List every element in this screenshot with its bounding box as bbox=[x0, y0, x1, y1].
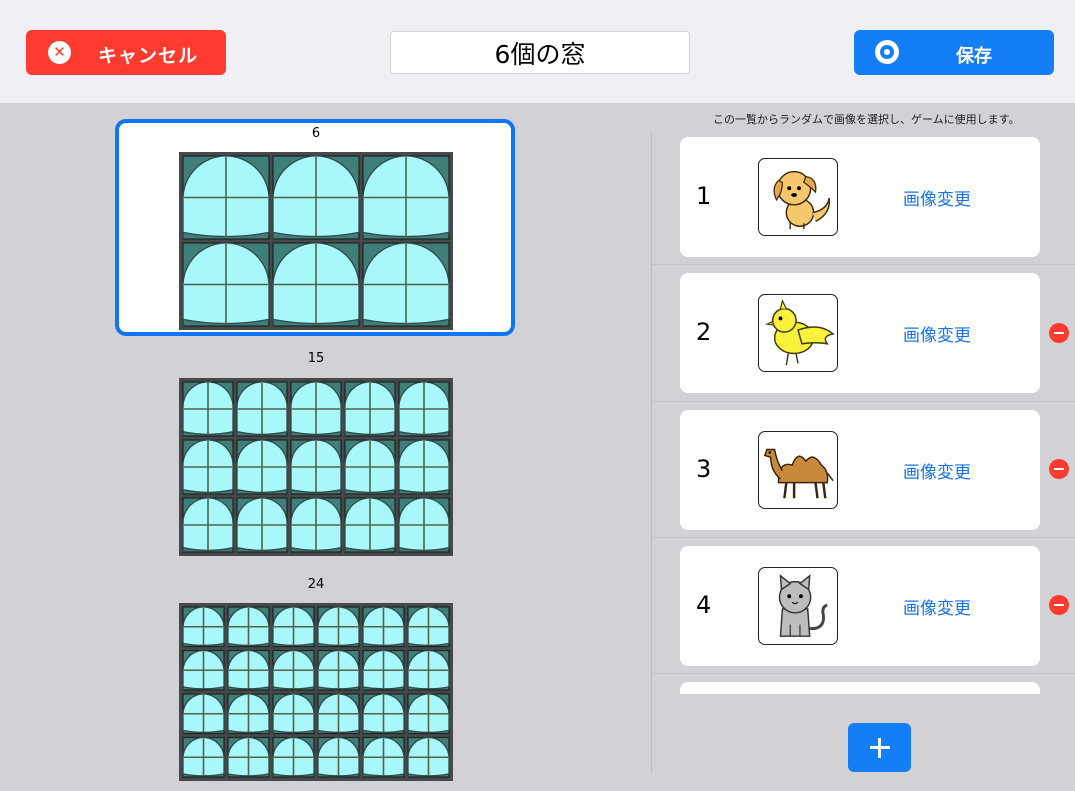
save-button[interactable]: 保存 bbox=[854, 30, 1054, 75]
window-tile bbox=[398, 381, 450, 437]
window-tile bbox=[182, 155, 270, 240]
row-separator bbox=[652, 673, 1075, 674]
window-tile bbox=[227, 693, 270, 735]
row-separator bbox=[652, 264, 1075, 265]
minus-circle-icon[interactable] bbox=[1049, 595, 1069, 615]
record-circle-icon bbox=[875, 40, 899, 64]
save-button-label: 保存 bbox=[956, 46, 992, 67]
list-item bbox=[680, 682, 1040, 694]
window-tile bbox=[290, 497, 342, 553]
change-image-link[interactable]: 画像変更 bbox=[903, 594, 971, 619]
window-tile bbox=[182, 606, 225, 648]
change-image-link[interactable]: 画像変更 bbox=[903, 321, 971, 346]
change-image-link[interactable]: 画像変更 bbox=[903, 458, 971, 483]
window-tile bbox=[317, 693, 360, 735]
item-number: 4 bbox=[696, 591, 712, 619]
layout-option-15-windows[interactable] bbox=[179, 378, 453, 556]
add-image-button[interactable] bbox=[848, 723, 911, 772]
close-circle-icon: ✕ bbox=[48, 41, 71, 64]
window-tile bbox=[362, 649, 405, 691]
window-tile bbox=[398, 497, 450, 553]
change-image-link[interactable]: 画像変更 bbox=[903, 185, 971, 210]
cat-icon bbox=[758, 567, 838, 645]
window-tile bbox=[236, 497, 288, 553]
item-number: 2 bbox=[696, 318, 712, 346]
item-number: 3 bbox=[696, 455, 712, 483]
image-list[interactable]: 1 画像変更 2 画像変更 3 画像変更 4 画像変更 bbox=[652, 136, 1075, 694]
window-tile bbox=[407, 606, 450, 648]
window-tile bbox=[182, 693, 225, 735]
camel-icon bbox=[758, 431, 838, 509]
layout-label-6: 6 bbox=[311, 126, 321, 141]
window-tile bbox=[182, 381, 234, 437]
window-tile bbox=[290, 439, 342, 495]
list-item: 3 画像変更 bbox=[680, 410, 1040, 530]
window-tile bbox=[344, 381, 396, 437]
layout-option-24-windows[interactable] bbox=[179, 603, 453, 781]
top-bar: ✕ キャンセル 6個の窓 保存 bbox=[0, 0, 1075, 103]
item-number: 1 bbox=[696, 182, 712, 210]
window-tile bbox=[362, 736, 405, 778]
row-separator bbox=[652, 401, 1075, 402]
window-tile bbox=[182, 736, 225, 778]
window-tile bbox=[407, 649, 450, 691]
window-tile bbox=[182, 497, 234, 553]
window-tile bbox=[272, 736, 315, 778]
row-separator bbox=[652, 537, 1075, 538]
window-tile bbox=[362, 693, 405, 735]
window-tile bbox=[317, 649, 360, 691]
window-tile bbox=[398, 439, 450, 495]
layout-label-15: 15 bbox=[307, 351, 325, 366]
window-tile bbox=[362, 606, 405, 648]
window-tile bbox=[272, 242, 360, 327]
minus-circle-icon[interactable] bbox=[1049, 459, 1069, 479]
window-tile bbox=[272, 606, 315, 648]
window-tile bbox=[344, 497, 396, 553]
window-tile bbox=[317, 606, 360, 648]
window-tile bbox=[236, 439, 288, 495]
window-tile bbox=[344, 439, 396, 495]
window-tile bbox=[407, 736, 450, 778]
window-tile bbox=[317, 736, 360, 778]
cancel-button[interactable]: ✕ キャンセル bbox=[26, 30, 226, 75]
minus-circle-icon[interactable] bbox=[1049, 323, 1069, 343]
window-tile bbox=[272, 693, 315, 735]
window-tile bbox=[227, 736, 270, 778]
image-list-hint: この一覧からランダムで画像を選択し、ゲームに使用します。 bbox=[713, 113, 1020, 126]
window-tile bbox=[272, 155, 360, 240]
window-tile bbox=[362, 242, 450, 327]
cancel-button-label: キャンセル bbox=[98, 45, 199, 67]
list-item: 1 画像変更 bbox=[680, 137, 1040, 257]
window-tile bbox=[182, 649, 225, 691]
window-tile bbox=[227, 649, 270, 691]
layout-label-24: 24 bbox=[307, 577, 325, 592]
window-tile bbox=[272, 649, 315, 691]
list-item: 2 画像変更 bbox=[680, 273, 1040, 393]
window-tile bbox=[182, 242, 270, 327]
window-tile bbox=[290, 381, 342, 437]
window-tile bbox=[227, 606, 270, 648]
dog-icon bbox=[758, 158, 838, 236]
window-tile bbox=[236, 381, 288, 437]
bird-icon bbox=[758, 294, 838, 372]
list-item: 4 画像変更 bbox=[680, 546, 1040, 666]
window-tile bbox=[362, 155, 450, 240]
layout-option-6-windows[interactable] bbox=[179, 152, 453, 330]
window-tile bbox=[182, 439, 234, 495]
window-tile bbox=[407, 693, 450, 735]
title-field[interactable]: 6個の窓 bbox=[390, 31, 690, 74]
